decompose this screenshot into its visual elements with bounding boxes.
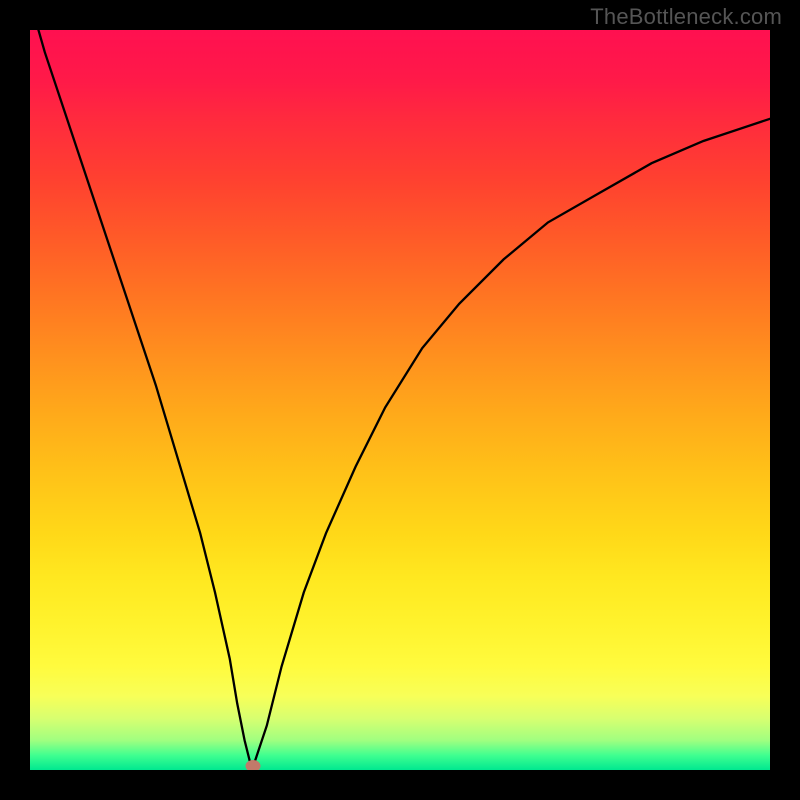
chart-plot-area bbox=[30, 30, 770, 770]
bottleneck-curve bbox=[30, 30, 770, 770]
optimal-point-marker bbox=[246, 760, 261, 770]
watermark-text: TheBottleneck.com bbox=[590, 4, 782, 30]
